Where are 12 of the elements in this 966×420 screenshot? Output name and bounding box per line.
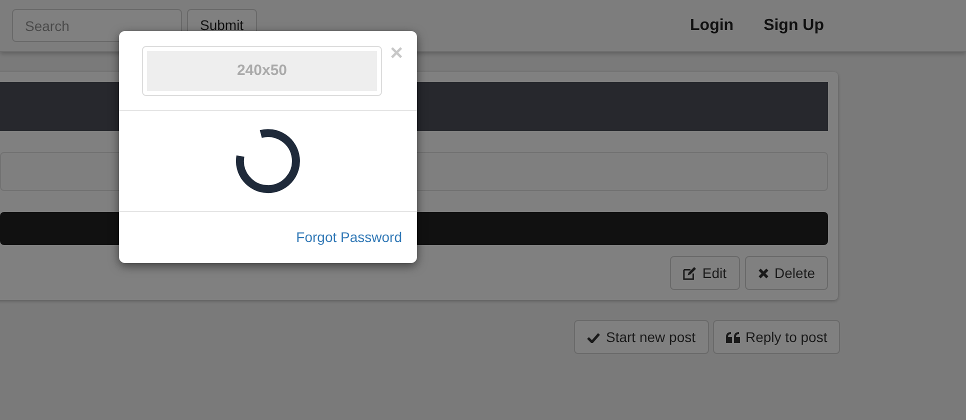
close-icon — [758, 268, 769, 278]
edit-icon — [683, 266, 696, 280]
quote-button[interactable]: Reply to post — [712, 320, 840, 354]
forgot-password-link[interactable]: Forgot Password — [296, 227, 402, 248]
nav-link[interactable]: Login — [690, 14, 734, 38]
logo-placeholder-image: 240x50 — [147, 51, 377, 91]
check-button[interactable]: Start new post — [574, 320, 708, 354]
nav-link[interactable]: Sign Up — [764, 14, 824, 38]
edit-button[interactable]: Edit — [670, 256, 740, 290]
quote-icon — [726, 332, 740, 342]
check-icon — [587, 332, 600, 342]
delete-button[interactable]: Delete — [744, 256, 828, 290]
